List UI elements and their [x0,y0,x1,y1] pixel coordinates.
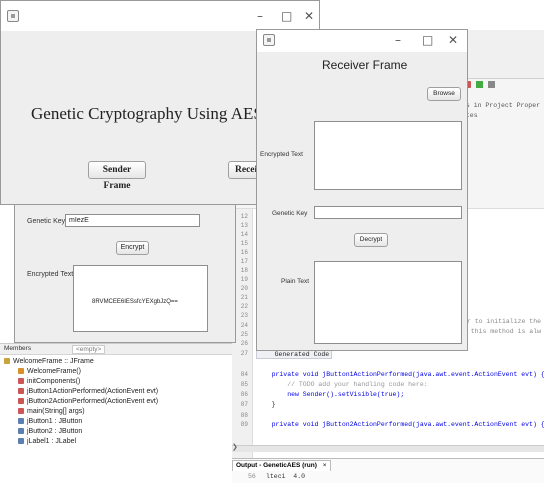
method-icon [18,368,24,375]
sender-genetic-key-input[interactable]: mIezE [65,214,200,227]
navigator-item[interactable]: jButton2ActionPerformed(ActionEvent evt) [18,398,158,405]
receiver-encrypted-text-label: Encrypted Text [260,151,303,158]
browse-button[interactable]: Browse [427,87,461,101]
build-icon[interactable] [488,81,495,88]
output-tab[interactable]: Output - GeneticAES (run) × [232,460,331,471]
sender-frame-button[interactable]: Sender Frame [88,161,146,191]
navigator-panel: Members <empty> WelcomeFrame :: JFrameWe… [0,343,232,483]
receiver-titlebar: – □ ✕ [257,30,467,52]
chart-icon[interactable] [476,81,483,88]
method-icon [18,378,24,385]
navigator-item-label: jButton1ActionPerformed(ActionEvent evt) [27,388,159,395]
line-number: 84 [240,371,248,378]
maximize-icon[interactable]: □ [281,9,292,23]
output-panel: Output - GeneticAES (run) × 56 lteci 4.0 [230,458,544,483]
code-line[interactable]: private void jButton2ActionPerformed(jav… [256,421,544,428]
navigator-item[interactable]: WelcomeFrame() [18,368,81,375]
welcome-titlebar: – □ ✕ [1,1,319,31]
close-icon[interactable]: ✕ [304,9,314,23]
field-icon [18,428,24,435]
receiver-title: Receiver Frame [322,58,408,72]
code-line[interactable]: // TODO add your handling code here: [256,381,427,388]
navigator-item[interactable]: main(String[] args) [18,408,85,415]
class-icon [4,358,10,365]
receiver-plain-textarea[interactable] [314,261,462,344]
maximize-icon[interactable]: □ [422,33,433,47]
navigator-item[interactable]: jButton1 : JButton [18,418,82,425]
minimize-icon[interactable]: – [257,9,263,23]
line-number: 89 [240,421,248,428]
field-icon [18,438,24,445]
field-icon [18,418,24,425]
receiver-frame-window: – □ ✕ Receiver Frame Browse Encrypted Te… [256,29,468,351]
ide-side-text-1: ss in Project Proper [462,102,541,109]
navigator-item-label: jButton2ActionPerformed(ActionEvent evt) [27,398,159,405]
output-tab-label: Output - GeneticAES (run) [236,462,317,469]
java-app-icon [263,34,275,46]
navigator-item-label: initComponents() [27,378,81,385]
navigator-item-label: WelcomeFrame() [27,368,81,375]
code-line[interactable]: } [256,401,276,408]
scroll-left-icon[interactable]: ❯ [232,443,238,451]
sender-encrypted-value: 8RVMCEE6IESsfcYEXgbJzQ== [92,299,178,305]
line-number: 88 [240,412,248,419]
sender-encrypted-textarea[interactable]: 8RVMCEE6IESsfcYEXgbJzQ== [73,265,208,332]
receiver-genetic-key-label: Genetic Key [272,210,308,217]
encrypt-button[interactable]: Encrypt [116,241,149,255]
line-number: 86 [240,391,248,398]
navigator-item[interactable]: jButton2 : JButton [18,428,82,435]
close-tab-icon[interactable]: × [323,462,327,469]
code-line[interactable]: new Sender().setVisible(true); [256,391,404,398]
code-line[interactable]: Generated Code [256,350,333,359]
method-icon [18,408,24,415]
minimize-icon[interactable]: – [395,33,401,47]
receiver-plain-text-label: Plain Text [281,278,310,285]
code-line[interactable]: private void jButton1ActionPerformed(jav… [256,371,544,378]
navigator-item-label: jButton2 : JButton [27,428,83,435]
sender-frame-window: Genetic Key mIezE Encrypt Encrypted Text… [14,205,236,343]
navigator-filter[interactable]: <empty> [72,345,106,354]
sender-encrypted-text-label: Encrypted Text [27,271,74,278]
decrypt-button[interactable]: Decrypt [354,233,388,247]
receiver-genetic-key-input[interactable] [314,206,462,219]
method-icon [18,388,24,395]
navigator-item[interactable]: jLabel1 : JLabel [18,438,76,445]
close-icon[interactable]: ✕ [448,33,458,47]
navigator-item-label: main(String[] args) [27,408,85,415]
ide-side-text-4: f this method is alw [463,328,542,335]
line-number: 85 [240,381,248,388]
editor-scrollbar[interactable]: ❯ [230,443,544,452]
ide-side-text-3: or to initialize the [463,318,542,325]
navigator-item[interactable]: initComponents() [18,378,80,385]
output-line-text: lteci 4.0 [266,473,306,480]
navigator-item-label: jLabel1 : JLabel [27,438,77,445]
output-line-number: 56 [248,473,256,480]
line-number: 87 [240,401,248,408]
navigator-item[interactable]: WelcomeFrame :: JFrame [4,358,94,365]
receiver-encrypted-textarea[interactable] [314,121,462,190]
navigator-item-label: WelcomeFrame :: JFrame [13,358,94,365]
line-number: 27 [240,350,248,357]
java-app-icon [7,10,19,22]
sender-genetic-key-label: Genetic Key [27,218,66,225]
navigator-item-label: jButton1 : JButton [27,418,83,425]
navigator-header-label: Members [4,345,32,352]
method-icon [18,398,24,405]
navigator-item[interactable]: jButton1ActionPerformed(ActionEvent evt) [18,388,158,395]
navigator-header: Members <empty> [0,344,232,355]
